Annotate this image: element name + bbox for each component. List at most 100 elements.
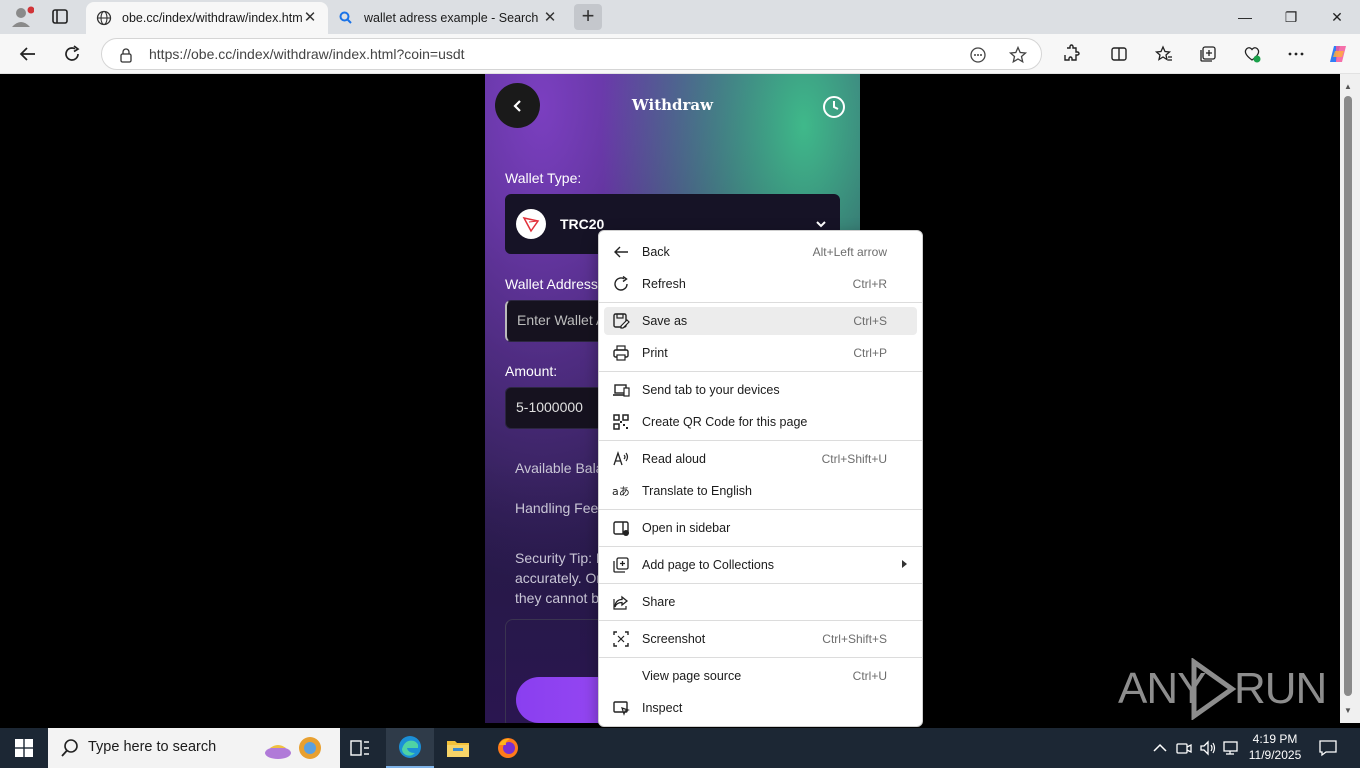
available-balance-text: Available Bala: [515, 460, 604, 476]
menu-separator: [599, 620, 922, 621]
menu-item-read-aloud[interactable]: Read aloud Ctrl+Shift+U: [604, 445, 917, 473]
refresh-icon[interactable]: [60, 42, 84, 66]
svg-text:aあ: aあ: [612, 485, 630, 498]
menu-item-refresh[interactable]: Refresh Ctrl+R: [604, 270, 917, 298]
notification-center-icon[interactable]: [1318, 738, 1338, 758]
menu-separator: [599, 302, 922, 303]
favorites-icon[interactable]: [1152, 42, 1176, 66]
tab-wallet-search[interactable]: wallet adress example - Search ✕: [328, 2, 568, 34]
show-hidden-icons-chevron-up-icon[interactable]: [1150, 738, 1170, 758]
windows-start-icon[interactable]: [0, 728, 48, 768]
scroll-up-icon[interactable]: ▲: [1344, 82, 1352, 91]
menu-item-view-source[interactable]: View page source Ctrl+U: [604, 662, 917, 690]
menu-item-back[interactable]: Back Alt+Left arrow: [604, 238, 917, 266]
play-logo-icon: [1191, 658, 1237, 720]
security-tip-line: accurately. Or: [515, 570, 602, 586]
back-icon[interactable]: [16, 42, 40, 66]
menu-item-print[interactable]: Print Ctrl+P: [604, 339, 917, 367]
menu-item-label: Save as: [642, 314, 688, 328]
reading-mode-icon[interactable]: [968, 45, 988, 65]
close-window-icon[interactable]: ✕: [1314, 0, 1360, 34]
menu-separator: [599, 583, 922, 584]
copilot-icon[interactable]: [1326, 42, 1350, 66]
split-screen-icon[interactable]: [1107, 42, 1131, 66]
taskbar-search-box[interactable]: Type here to search: [48, 728, 340, 768]
close-tab-icon[interactable]: ✕: [542, 10, 558, 26]
tab-title: wallet adress example - Search: [364, 11, 539, 25]
handling-fee-text: Handling Fee: [515, 500, 599, 516]
menu-item-qr-code[interactable]: Create QR Code for this page: [604, 408, 917, 436]
profile-avatar-icon[interactable]: [8, 5, 35, 29]
menu-item-shortcut: Ctrl+U: [852, 669, 887, 683]
browser-toolbar: https://obe.cc/index/withdraw/index.html…: [0, 34, 1360, 74]
meet-now-icon[interactable]: [1174, 738, 1194, 758]
menu-item-add-collections[interactable]: Add page to Collections: [604, 551, 917, 579]
menu-item-label: Translate to English: [642, 484, 753, 498]
network-icon[interactable]: [1222, 738, 1242, 758]
menu-item-shortcut: Ctrl+Shift+S: [822, 632, 887, 646]
history-clock-icon[interactable]: [822, 95, 846, 119]
sidebar-icon: [613, 521, 629, 536]
menu-item-send-tab[interactable]: Send tab to your devices: [604, 376, 917, 404]
read-aloud-icon: [613, 450, 629, 466]
security-tip: Security Tip: F accurately. Or they cann…: [515, 548, 604, 608]
menu-item-label: Send tab to your devices: [642, 383, 780, 397]
menu-item-label: Refresh: [642, 277, 686, 291]
url-text[interactable]: https://obe.cc/index/withdraw/index.html…: [149, 46, 465, 62]
menu-item-label: Create QR Code for this page: [642, 415, 808, 429]
clock-date: 11/9/2025: [1248, 748, 1302, 762]
lock-icon[interactable]: [118, 47, 134, 63]
firefox-icon[interactable]: [484, 728, 532, 768]
search-placeholder: Type here to search: [88, 739, 217, 755]
submenu-arrow-icon: [902, 560, 907, 568]
menu-item-label: Share: [642, 595, 676, 609]
menu-item-inspect[interactable]: Inspect: [604, 694, 917, 722]
menu-item-label: Print: [642, 346, 668, 360]
scroll-down-icon[interactable]: ▼: [1344, 706, 1352, 715]
search-icon: [61, 739, 78, 757]
wallet-type-label: Wallet Type:: [505, 170, 582, 186]
edge-taskbar-icon[interactable]: [386, 728, 434, 768]
menu-item-label: Open in sidebar: [642, 521, 731, 535]
watermark-text-right: RUN: [1234, 664, 1327, 713]
file-explorer-icon[interactable]: [434, 728, 482, 768]
menu-separator: [599, 657, 922, 658]
wallet-address-label: Wallet Address: [505, 276, 598, 292]
system-clock[interactable]: 4:19 PM 11/9/2025: [1246, 731, 1304, 763]
volume-icon[interactable]: [1198, 738, 1218, 758]
menu-item-label: Screenshot: [642, 632, 706, 646]
menu-item-open-sidebar[interactable]: Open in sidebar: [604, 514, 917, 542]
menu-item-save-as[interactable]: Save as Ctrl+S: [604, 307, 917, 335]
menu-item-share[interactable]: Share: [604, 588, 917, 616]
browser-essentials-icon[interactable]: [1240, 42, 1264, 66]
tron-coin-icon: [516, 209, 546, 239]
new-tab-button[interactable]: +: [574, 4, 602, 30]
close-tab-icon[interactable]: ✕: [302, 10, 318, 26]
collections-icon: [613, 557, 629, 573]
tab-actions-icon[interactable]: [46, 5, 74, 29]
devices-icon: [613, 384, 630, 397]
vertical-scrollbar[interactable]: ▲ ▼: [1340, 74, 1360, 723]
minimize-icon[interactable]: —: [1222, 0, 1268, 34]
menu-separator: [599, 546, 922, 547]
address-bar[interactable]: https://obe.cc/index/withdraw/index.html…: [101, 38, 1042, 70]
menu-item-screenshot[interactable]: Screenshot Ctrl+Shift+S: [604, 625, 917, 653]
save-as-icon: [613, 313, 630, 329]
settings-more-icon[interactable]: [1284, 42, 1308, 66]
browser-tab-strip: obe.cc/index/withdraw/index.htm ✕ wallet…: [0, 0, 1360, 34]
menu-item-translate[interactable]: aあ Translate to English: [604, 477, 917, 505]
translate-icon: aあ: [612, 485, 630, 498]
search-highlight-icon: [265, 737, 321, 759]
qr-code-icon: [613, 414, 629, 430]
menu-separator: [599, 509, 922, 510]
collections-icon[interactable]: [1196, 42, 1220, 66]
favorite-star-icon[interactable]: [1008, 45, 1028, 65]
screenshot-icon: [613, 631, 629, 647]
security-tip-line: Security Tip: F: [515, 550, 605, 566]
tab-obe-withdraw[interactable]: obe.cc/index/withdraw/index.htm ✕: [86, 2, 328, 34]
scrollbar-thumb[interactable]: [1344, 96, 1352, 696]
extensions-icon[interactable]: [1059, 42, 1083, 66]
task-view-icon[interactable]: [336, 728, 384, 768]
search-icon: [338, 10, 354, 26]
restore-icon[interactable]: ❐: [1268, 0, 1314, 34]
